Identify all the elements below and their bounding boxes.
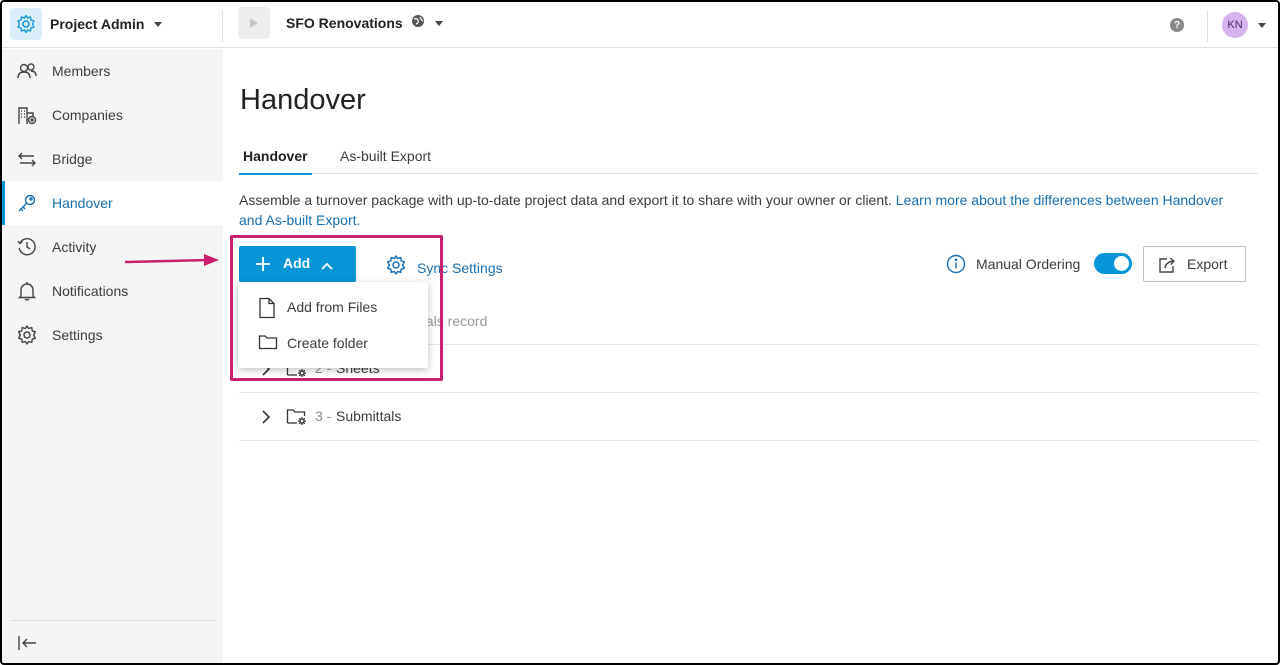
gear-icon bbox=[16, 324, 38, 346]
manual-ordering-label: Manual Ordering bbox=[976, 256, 1081, 272]
sidebar-item-label: Companies bbox=[52, 107, 123, 123]
manual-ordering-toggle[interactable] bbox=[1094, 253, 1132, 274]
description-text: Assemble a turnover package with up-to-d… bbox=[239, 192, 892, 208]
export-button[interactable]: Export bbox=[1143, 246, 1246, 282]
export-button-label: Export bbox=[1187, 256, 1228, 272]
activity-icon bbox=[16, 236, 38, 258]
project-thumbnail bbox=[238, 7, 270, 39]
key-icon bbox=[16, 192, 38, 214]
app-name: Project Admin bbox=[50, 16, 145, 32]
page-description: Assemble a turnover package with up-to-d… bbox=[239, 190, 1249, 230]
tab-as-built-export[interactable]: As-built Export bbox=[340, 148, 431, 164]
bridge-icon bbox=[16, 148, 38, 170]
sidebar-item-label: Settings bbox=[52, 327, 103, 343]
chevron-down-icon bbox=[1258, 22, 1266, 28]
sidebar-item-notifications[interactable]: Notifications bbox=[2, 269, 223, 313]
divider bbox=[10, 620, 215, 621]
sidebar: Members Companies Bridge Handover Activi… bbox=[2, 49, 223, 663]
sidebar-item-label: Members bbox=[52, 63, 111, 79]
app-switcher[interactable]: Project Admin bbox=[10, 8, 163, 40]
folder-settings-icon bbox=[286, 407, 308, 432]
app-window: Project Admin SFO Renovations ? KN Membe… bbox=[0, 0, 1280, 665]
chevron-down-icon bbox=[434, 20, 443, 26]
info-icon[interactable] bbox=[946, 254, 966, 279]
bell-icon bbox=[16, 280, 38, 302]
toggle-knob bbox=[1114, 256, 1129, 271]
sidebar-item-handover[interactable]: Handover bbox=[2, 181, 223, 225]
sidebar-item-bridge[interactable]: Bridge bbox=[2, 137, 223, 181]
tab-handover[interactable]: Handover bbox=[239, 148, 312, 175]
user-menu[interactable]: KN bbox=[1222, 12, 1266, 38]
sidebar-item-members[interactable]: Members bbox=[2, 49, 223, 93]
page-title: Handover bbox=[240, 84, 366, 116]
sidebar-item-label: Handover bbox=[52, 195, 113, 211]
companies-icon bbox=[16, 104, 38, 126]
members-icon bbox=[16, 60, 38, 82]
sidebar-item-settings[interactable]: Settings bbox=[2, 313, 223, 357]
sidebar-item-label: Bridge bbox=[52, 151, 93, 167]
export-icon bbox=[1158, 256, 1178, 279]
table-row[interactable]: 3 - Submittals bbox=[239, 393, 1258, 441]
top-bar: Project Admin SFO Renovations ? KN bbox=[2, 2, 1278, 48]
tab-bar: Handover As-built Export bbox=[239, 140, 1258, 175]
collapse-sidebar-icon[interactable] bbox=[16, 633, 40, 653]
sidebar-item-label: Notifications bbox=[52, 283, 129, 299]
globe-icon bbox=[411, 14, 425, 33]
chevron-right-icon[interactable] bbox=[261, 410, 271, 429]
row-name: Submittals bbox=[336, 408, 402, 424]
sidebar-item-companies[interactable]: Companies bbox=[2, 93, 223, 137]
annotation-arrow bbox=[124, 254, 219, 266]
gear-icon bbox=[10, 8, 42, 40]
project-switcher[interactable]: SFO Renovations bbox=[238, 6, 443, 40]
help-icon[interactable]: ? bbox=[1170, 18, 1184, 32]
avatar: KN bbox=[1222, 12, 1248, 38]
sidebar-item-label: Activity bbox=[52, 239, 97, 255]
annotation-highlight-box bbox=[230, 235, 443, 381]
divider bbox=[222, 10, 223, 42]
divider bbox=[1207, 10, 1208, 42]
project-name: SFO Renovations bbox=[286, 15, 403, 31]
row-number: 3 - bbox=[315, 408, 332, 424]
chevron-down-icon bbox=[154, 21, 163, 27]
